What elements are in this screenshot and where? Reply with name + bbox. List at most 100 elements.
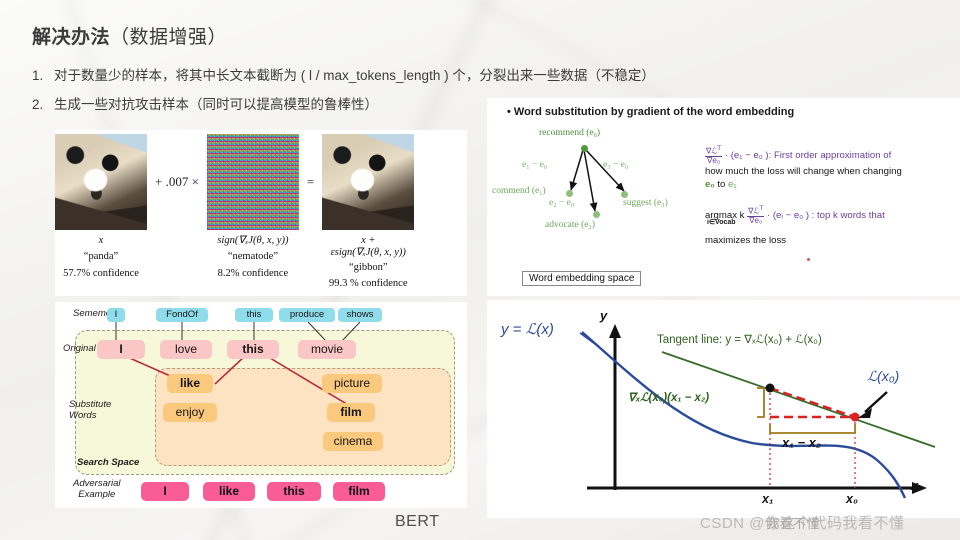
fraction-denominator: ∇e₀ xyxy=(707,155,721,165)
math-e1: e₁ xyxy=(728,179,737,191)
sememe-chip-0: I xyxy=(107,308,125,322)
tangent-touch-point xyxy=(765,383,775,393)
substitute-label-line2: Words xyxy=(69,409,97,421)
fgsm-class-label: “nematode” xyxy=(227,251,278,263)
math-first-order-text: · (e₁ − e₀ ): First order approximation … xyxy=(724,149,892,161)
fgsm-plus-operator: + .007 × xyxy=(155,174,199,189)
sememe-chip-2: this xyxy=(235,308,273,322)
bert-substitution-figure: Sememes I FondOf this produce shows Orig… xyxy=(55,302,467,508)
adversarial-label-line1: Adversarial xyxy=(73,478,121,489)
node-commend-dot xyxy=(566,190,573,197)
embedding-diff-e2: e₂ − e₀ xyxy=(549,198,575,208)
delta-x-brace xyxy=(769,424,856,434)
list-item-number: 2. xyxy=(32,97,44,112)
math-to-word: to xyxy=(717,179,726,191)
x-axis-label: x xyxy=(911,478,919,493)
substitute-word-cinema: cinema xyxy=(323,432,383,451)
fgsm-class-label: “gibbon” xyxy=(349,261,388,273)
embedding-diff-e3: e₃ − e₀ xyxy=(603,160,629,170)
math-explain-line: how much the loss will change when chang… xyxy=(705,165,902,177)
sememe-chip-3: produce xyxy=(279,308,335,322)
list-item-text: 对于数量少的样本，将其中长文本截断为 ( l / max_tokens_leng… xyxy=(54,68,655,83)
sememe-chip-4: shows xyxy=(338,308,382,322)
row-label-substitute-words: Substitute Words xyxy=(69,399,112,422)
substitute-word-film: film xyxy=(327,403,375,422)
math-first-order-line: ∇ℒT ∇e₀ · (e₁ − e₀ ): First order approx… xyxy=(705,145,953,165)
math-maximizes-line: maximizes the loss xyxy=(705,234,787,246)
adversarial-word-3: film xyxy=(333,482,385,501)
panda-photo-image xyxy=(55,134,147,230)
gradient-gap-brace xyxy=(757,387,765,418)
substitute-word-enjoy: enjoy xyxy=(163,403,217,422)
fgsm-confidence-label: 99.3 % confidence xyxy=(329,278,408,290)
y-axis-label: y xyxy=(600,308,608,323)
secant-line xyxy=(769,386,856,419)
embedding-label-suggest: suggest (e₃) xyxy=(623,198,668,208)
math-e0: e₀ xyxy=(705,179,715,191)
argmax-operator: argmax k i∈Vocab xyxy=(705,209,745,226)
row-label-search-space: Search Space xyxy=(77,457,140,468)
adversarial-word-2: this xyxy=(267,482,321,501)
gradient-noise-image xyxy=(206,134,299,230)
fgsm-column-original: x “panda” 57.7% confidence xyxy=(55,134,147,280)
gradient-fraction: ∇ℒT ∇e₀ xyxy=(747,204,765,225)
math-argmax-line: argmax k i∈Vocab ∇ℒT ∇e₀ · (eᵢ − e₀ ) : … xyxy=(705,204,953,226)
substitute-label-line1: Substitute xyxy=(69,399,112,410)
original-word-1: love xyxy=(160,340,212,359)
fraction-numerator: ∇ℒT xyxy=(747,204,765,217)
y-axis-arrow xyxy=(609,324,621,338)
fgsm-class-label: “panda” xyxy=(83,251,119,263)
original-word-2: this xyxy=(227,340,279,359)
adversarial-panda-image xyxy=(322,134,415,230)
embedding-label-commend: commend (e₁) xyxy=(492,186,546,196)
embedding-label-recommend: recommend (e₀) xyxy=(539,128,601,138)
fgsm-confidence-label: 57.7% confidence xyxy=(63,267,139,279)
word-embedding-figure: • Word substitution by gradient of the w… xyxy=(487,98,960,296)
argmax-subscript: i∈Vocab xyxy=(707,218,736,226)
bert-caption: BERT xyxy=(395,513,440,530)
gradient-fraction: ∇ℒT ∇e₀ xyxy=(705,145,723,165)
fgsm-panda-figure: x “panda” 57.7% confidence + .007 × sign… xyxy=(55,130,467,296)
substitute-word-like: like xyxy=(167,374,213,393)
watermark-overlay-text: 我看不懂 xyxy=(766,516,821,531)
original-word-0: I xyxy=(97,340,145,359)
embedding-diff-e1: e₁ − e₀ xyxy=(522,160,548,170)
loss-at-x0-point xyxy=(850,412,860,422)
adversarial-label-line2: Example xyxy=(78,488,116,500)
sememe-chip-1: FondOf xyxy=(156,308,208,322)
loss-point-label: ℒ(x₀) xyxy=(867,368,900,384)
math-change-line: e₀ to e₁ xyxy=(705,178,953,192)
math-topk-text: · (eᵢ − e₀ ) : top k words that xyxy=(767,209,885,221)
fgsm-math-label: x xyxy=(98,235,104,246)
embedding-math-block: ∇ℒT ∇e₀ · (e₁ − e₀ ): First order approx… xyxy=(705,145,953,247)
decorative-red-dot xyxy=(807,258,810,261)
substitute-word-picture: picture xyxy=(322,374,382,393)
page-title-bold: 解决办法 xyxy=(32,27,111,48)
node-advocate-dot xyxy=(593,211,600,218)
fgsm-equals-operator: = xyxy=(306,174,315,189)
gradient-gap-label: ∇ₓℒ(x₀)(x₁ − x₂) xyxy=(628,392,710,404)
x-tick-x0: x₀ xyxy=(846,492,858,506)
node-suggest-dot xyxy=(621,191,628,198)
x-tick-x1: x₁ xyxy=(762,492,774,506)
fgsm-math-label: sign(∇ₓJ(θ, x, y)) xyxy=(217,235,289,246)
page-title: 解决办法（数据增强） xyxy=(32,22,227,49)
adversarial-word-1: like xyxy=(203,482,255,501)
adversarial-word-0: I xyxy=(141,482,189,501)
original-word-3: movie xyxy=(298,340,356,359)
list-item-number: 1. xyxy=(32,68,44,83)
fgsm-column-noise: sign(∇ₓJ(θ, x, y)) “nematode” 8.2% confi… xyxy=(206,134,299,280)
fgsm-column-adversarial: x + εsign(∇ₓJ(θ, x, y)) “gibbon” 99.3 % … xyxy=(322,134,415,291)
word-embedding-space-box: Word embedding space xyxy=(522,271,642,286)
page-title-rest: （数据增强） xyxy=(110,27,228,48)
list-item-text: 生成一些对抗攻击样本（同时可以提高模型的鲁棒性） xyxy=(54,97,378,112)
fgsm-confidence-label: 8.2% confidence xyxy=(217,267,289,279)
loss-tangent-chart: y = ℒ(x) y x Tangent line: y = ∇ₓℒ(x₀) +… xyxy=(487,300,960,518)
tangent-line-label: Tangent line: y = ∇ₓℒ(x₀) + ℒ(x₀) xyxy=(657,334,822,346)
embedding-label-advocate: advocate (e₂) xyxy=(545,220,595,230)
curve-label: y = ℒ(x) xyxy=(501,321,554,338)
callout-arrow-head xyxy=(858,408,872,418)
delta-x-label: x₁ − x₂ xyxy=(782,435,821,450)
list-item: 1. 对于数量少的样本，将其中长文本截断为 ( l / max_tokens_l… xyxy=(32,64,932,84)
callout-arrow-line xyxy=(864,391,888,413)
